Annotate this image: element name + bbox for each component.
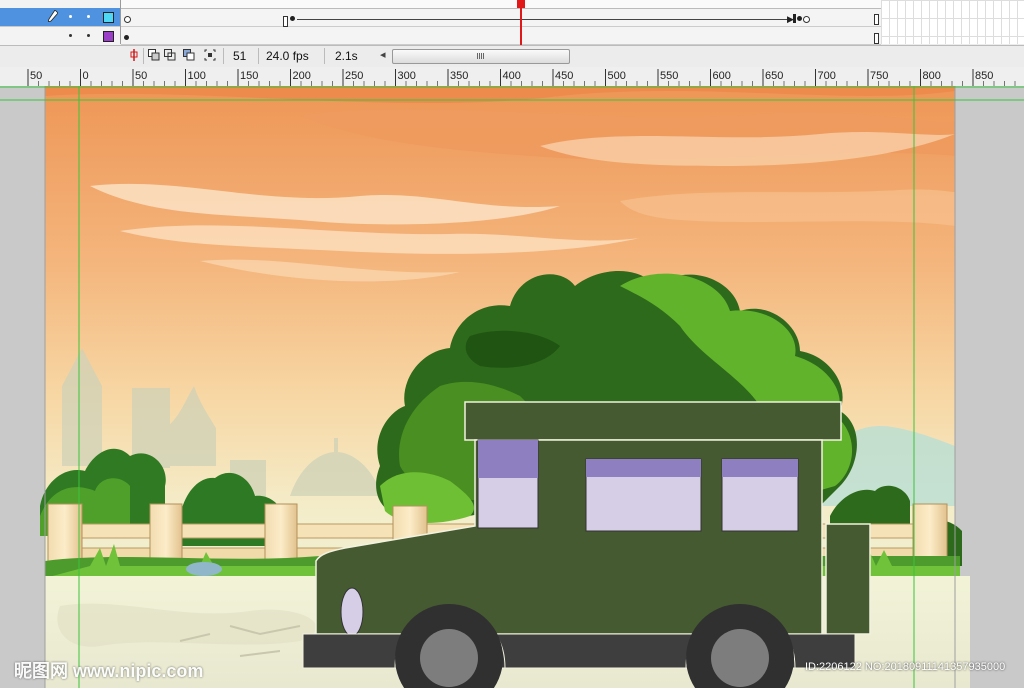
lock-dot-icon[interactable]	[87, 15, 90, 18]
ruler-label: 0	[83, 70, 89, 82]
rock	[186, 562, 222, 576]
layer-row-1[interactable]	[0, 8, 120, 27]
layer-color-swatch[interactable]	[103, 31, 114, 42]
truck-headlight	[340, 587, 364, 637]
timeline-controls: 51 24.0 fps 2.1s ◂	[0, 45, 1024, 68]
playhead[interactable]	[520, 0, 522, 45]
motion-tween-arrow	[297, 19, 791, 20]
ruler-ticks: 50 0 50 100 150 200 250 300 350 400 450 500 550 600 65…	[27, 69, 1016, 86]
ruler-label: 600	[713, 70, 731, 82]
separator	[258, 48, 259, 64]
keyframe[interactable]	[124, 35, 129, 40]
watermark-id: ID:2206122 NO:20180911141357935000	[805, 661, 1006, 673]
frame-row-1[interactable]	[121, 9, 881, 27]
truck-roof	[464, 401, 842, 441]
frame-end-marker[interactable]	[874, 33, 879, 44]
ruler-label: 50	[30, 70, 42, 82]
frame-ruler	[121, 0, 881, 9]
ruler-label: 700	[818, 70, 836, 82]
frame-row-2[interactable]	[121, 27, 881, 45]
onion-skin-icon[interactable]	[148, 49, 160, 61]
ruler-label: 300	[398, 70, 416, 82]
frame-rate[interactable]: 24.0 fps	[266, 49, 309, 63]
center-frame-icon[interactable]	[128, 49, 140, 61]
frame-end-marker[interactable]	[874, 14, 879, 25]
ruler-label: 350	[450, 70, 468, 82]
ruler-label: 150	[240, 70, 258, 82]
keyframe-empty[interactable]	[124, 16, 131, 23]
timeline-panel: ▶ 51 24.0 fps 2.1s ◂	[0, 0, 1024, 68]
pencil-icon	[48, 10, 58, 22]
scroll-left-arrow-icon[interactable]: ◂	[380, 48, 386, 61]
visibility-dot-icon[interactable]	[69, 15, 72, 18]
ruler-label: 550	[660, 70, 678, 82]
ruler-label: 400	[503, 70, 521, 82]
elapsed-time: 2.1s	[335, 49, 358, 63]
separator	[324, 48, 325, 64]
visibility-dot-icon[interactable]	[69, 34, 72, 37]
ruler-label: 450	[555, 70, 573, 82]
ruler-label: 100	[188, 70, 206, 82]
frame-end-marker[interactable]	[283, 16, 288, 27]
ruler-label: 750	[870, 70, 888, 82]
keyframe[interactable]	[290, 16, 295, 21]
ruler-label: 50	[135, 70, 147, 82]
ruler-label: 250	[345, 70, 363, 82]
layer-list	[0, 0, 121, 61]
frame-end-marker[interactable]	[793, 14, 796, 23]
separator	[223, 48, 224, 64]
keyframe-empty[interactable]	[803, 16, 810, 23]
ruler-label: 800	[923, 70, 941, 82]
watermark-site: 昵图网 www.nipic.com	[14, 661, 204, 681]
stage-canvas[interactable]	[0, 86, 1024, 688]
scroll-grip[interactable]	[477, 53, 485, 59]
layer-color-swatch[interactable]	[103, 12, 114, 23]
ruler-label: 500	[608, 70, 626, 82]
layer-row-2[interactable]	[0, 27, 120, 46]
edit-multiple-frames-icon[interactable]	[183, 49, 195, 61]
lock-dot-icon[interactable]	[87, 34, 90, 37]
timeline-scrollbar[interactable]	[392, 49, 570, 64]
ruler-label: 850	[975, 70, 993, 82]
ruler-label: 650	[765, 70, 783, 82]
frames-empty-area[interactable]	[881, 0, 1024, 44]
frames-area[interactable]: ▶	[121, 0, 881, 45]
ruler-label: 200	[293, 70, 311, 82]
keyframe[interactable]	[797, 16, 802, 21]
truck-back-panel	[825, 523, 871, 635]
separator	[143, 48, 144, 64]
modify-onion-markers-icon[interactable]	[204, 49, 216, 61]
stage-area[interactable]	[0, 86, 1024, 688]
onion-skin-outline-icon[interactable]	[164, 49, 176, 61]
current-frame[interactable]: 51	[233, 49, 246, 63]
stage-ruler: 50 0 50 100 150 200 250 300 350 400 450 500 550 600 65…	[0, 67, 1024, 87]
